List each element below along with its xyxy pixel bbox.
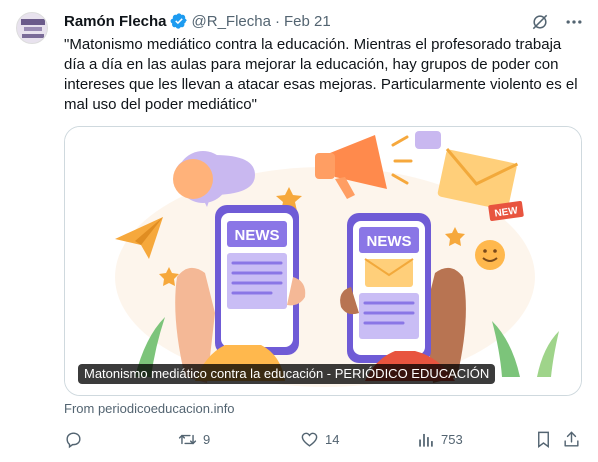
reply-button[interactable] [64, 430, 89, 449]
bookmark-icon [538, 431, 549, 449]
author-name[interactable]: Ramón Flecha [64, 13, 167, 30]
tweet-top-actions [530, 12, 584, 32]
tweet-action-bar: 9 14 753 [64, 430, 584, 450]
avatar-detail [22, 34, 44, 38]
like-count: 14 [325, 432, 340, 447]
separator-dot: · [274, 12, 280, 30]
avatar-detail [21, 19, 45, 25]
author-handle[interactable]: @R_Flecha [192, 13, 271, 30]
retweet-icon [178, 434, 197, 445]
views-count: 753 [441, 432, 463, 447]
share-button[interactable] [562, 430, 581, 449]
more-icon[interactable] [564, 12, 584, 32]
grok-icon[interactable] [530, 12, 550, 32]
like-icon [301, 432, 318, 447]
card-source[interactable]: From periodicoeducacion.info [64, 401, 235, 416]
views-icon [419, 433, 433, 447]
link-card[interactable]: NEW NEWS NEWS Matonismo mediático contra… [64, 126, 582, 396]
bookmark-button[interactable] [534, 430, 553, 449]
verified-badge-icon [170, 12, 188, 30]
card-title: Matonismo mediático contra la educación … [78, 364, 496, 384]
phone-right-news-label: NEWS [367, 233, 412, 250]
retweet-button[interactable]: 9 [178, 430, 210, 449]
tweet-header: Ramón Flecha @R_Flecha · Feb 21 [64, 11, 331, 31]
phone-left-news-label: NEWS [235, 227, 280, 244]
share-icon [564, 431, 579, 447]
card-image: NEW NEWS NEWS [65, 127, 581, 395]
tweet-text: "Matonismo mediático contra la educación… [64, 36, 578, 113]
like-button[interactable]: 14 [300, 430, 339, 449]
avatar[interactable] [16, 12, 48, 44]
reply-icon [66, 432, 81, 449]
avatar-detail [24, 27, 42, 31]
retweet-count: 9 [203, 432, 211, 447]
views-button[interactable]: 753 [416, 430, 463, 449]
tweet-date[interactable]: Feb 21 [284, 13, 331, 30]
